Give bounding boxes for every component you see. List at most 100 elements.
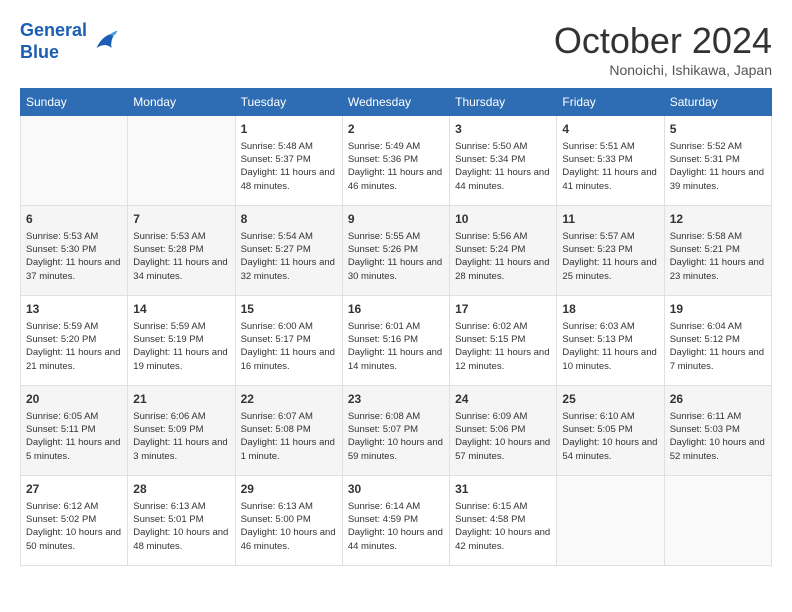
day-info: Daylight: 11 hours and 32 minutes. (241, 256, 337, 283)
weekday-label: Tuesday (235, 89, 342, 116)
day-info: Sunrise: 6:13 AM (241, 500, 337, 513)
day-info: Daylight: 10 hours and 52 minutes. (670, 436, 766, 463)
weekday-label: Saturday (664, 89, 771, 116)
calendar-cell: 10Sunrise: 5:56 AMSunset: 5:24 PMDayligh… (450, 206, 557, 296)
calendar-cell: 24Sunrise: 6:09 AMSunset: 5:06 PMDayligh… (450, 386, 557, 476)
day-info: Sunset: 5:24 PM (455, 243, 551, 256)
day-info: Daylight: 11 hours and 5 minutes. (26, 436, 122, 463)
calendar-cell: 23Sunrise: 6:08 AMSunset: 5:07 PMDayligh… (342, 386, 449, 476)
location: Nonoichi, Ishikawa, Japan (554, 62, 772, 78)
day-info: Sunset: 5:16 PM (348, 333, 444, 346)
day-info: Daylight: 10 hours and 50 minutes. (26, 526, 122, 553)
day-info: Daylight: 10 hours and 57 minutes. (455, 436, 551, 463)
day-info: Sunset: 5:28 PM (133, 243, 229, 256)
day-number: 3 (455, 121, 551, 138)
calendar-cell: 17Sunrise: 6:02 AMSunset: 5:15 PMDayligh… (450, 296, 557, 386)
calendar-cell (557, 476, 664, 566)
day-info: Sunrise: 5:55 AM (348, 230, 444, 243)
day-info: Daylight: 11 hours and 34 minutes. (133, 256, 229, 283)
day-number: 24 (455, 391, 551, 408)
day-info: Sunrise: 5:49 AM (348, 140, 444, 153)
day-number: 16 (348, 301, 444, 318)
day-info: Sunset: 5:27 PM (241, 243, 337, 256)
day-info: Sunrise: 6:06 AM (133, 410, 229, 423)
day-number: 26 (670, 391, 766, 408)
calendar-cell: 14Sunrise: 5:59 AMSunset: 5:19 PMDayligh… (128, 296, 235, 386)
calendar-table: SundayMondayTuesdayWednesdayThursdayFrid… (20, 88, 772, 566)
day-info: Sunrise: 6:14 AM (348, 500, 444, 513)
day-info: Daylight: 11 hours and 19 minutes. (133, 346, 229, 373)
calendar-cell: 20Sunrise: 6:05 AMSunset: 5:11 PMDayligh… (21, 386, 128, 476)
day-info: Sunrise: 5:50 AM (455, 140, 551, 153)
calendar-cell: 2Sunrise: 5:49 AMSunset: 5:36 PMDaylight… (342, 116, 449, 206)
day-info: Sunrise: 6:10 AM (562, 410, 658, 423)
day-info: Daylight: 10 hours and 59 minutes. (348, 436, 444, 463)
day-info: Daylight: 10 hours and 44 minutes. (348, 526, 444, 553)
calendar-cell: 16Sunrise: 6:01 AMSunset: 5:16 PMDayligh… (342, 296, 449, 386)
calendar-cell (128, 116, 235, 206)
day-number: 1 (241, 121, 337, 138)
calendar-cell: 22Sunrise: 6:07 AMSunset: 5:08 PMDayligh… (235, 386, 342, 476)
day-number: 11 (562, 211, 658, 228)
calendar-header: SundayMondayTuesdayWednesdayThursdayFrid… (21, 89, 772, 116)
day-info: Daylight: 11 hours and 3 minutes. (133, 436, 229, 463)
title-block: October 2024 Nonoichi, Ishikawa, Japan (554, 20, 772, 78)
day-info: Sunrise: 5:53 AM (26, 230, 122, 243)
calendar-cell: 27Sunrise: 6:12 AMSunset: 5:02 PMDayligh… (21, 476, 128, 566)
day-info: Sunset: 4:59 PM (348, 513, 444, 526)
day-info: Sunrise: 6:12 AM (26, 500, 122, 513)
day-info: Sunrise: 6:04 AM (670, 320, 766, 333)
calendar-week-row: 6Sunrise: 5:53 AMSunset: 5:30 PMDaylight… (21, 206, 772, 296)
day-info: Daylight: 11 hours and 10 minutes. (562, 346, 658, 373)
day-info: Daylight: 11 hours and 1 minute. (241, 436, 337, 463)
calendar-cell: 18Sunrise: 6:03 AMSunset: 5:13 PMDayligh… (557, 296, 664, 386)
day-info: Daylight: 11 hours and 28 minutes. (455, 256, 551, 283)
day-number: 25 (562, 391, 658, 408)
weekday-header-row: SundayMondayTuesdayWednesdayThursdayFrid… (21, 89, 772, 116)
calendar-cell (21, 116, 128, 206)
day-info: Sunrise: 5:48 AM (241, 140, 337, 153)
day-info: Sunset: 5:33 PM (562, 153, 658, 166)
day-info: Sunrise: 5:59 AM (133, 320, 229, 333)
day-number: 13 (26, 301, 122, 318)
day-info: Sunrise: 6:03 AM (562, 320, 658, 333)
day-info: Sunrise: 6:13 AM (133, 500, 229, 513)
day-info: Sunrise: 6:07 AM (241, 410, 337, 423)
calendar-cell: 8Sunrise: 5:54 AMSunset: 5:27 PMDaylight… (235, 206, 342, 296)
weekday-label: Wednesday (342, 89, 449, 116)
day-number: 30 (348, 481, 444, 498)
day-info: Sunrise: 6:01 AM (348, 320, 444, 333)
day-number: 14 (133, 301, 229, 318)
day-info: Sunrise: 5:59 AM (26, 320, 122, 333)
calendar-cell: 29Sunrise: 6:13 AMSunset: 5:00 PMDayligh… (235, 476, 342, 566)
day-info: Sunset: 5:37 PM (241, 153, 337, 166)
day-info: Sunset: 5:05 PM (562, 423, 658, 436)
day-info: Daylight: 10 hours and 46 minutes. (241, 526, 337, 553)
day-number: 28 (133, 481, 229, 498)
calendar-cell: 6Sunrise: 5:53 AMSunset: 5:30 PMDaylight… (21, 206, 128, 296)
page-header: General Blue October 2024 Nonoichi, Ishi… (20, 20, 772, 78)
day-info: Sunrise: 5:52 AM (670, 140, 766, 153)
day-info: Sunset: 5:08 PM (241, 423, 337, 436)
calendar-cell: 31Sunrise: 6:15 AMSunset: 4:58 PMDayligh… (450, 476, 557, 566)
calendar-cell: 9Sunrise: 5:55 AMSunset: 5:26 PMDaylight… (342, 206, 449, 296)
day-info: Daylight: 11 hours and 23 minutes. (670, 256, 766, 283)
calendar-cell: 12Sunrise: 5:58 AMSunset: 5:21 PMDayligh… (664, 206, 771, 296)
day-number: 20 (26, 391, 122, 408)
calendar-cell: 7Sunrise: 5:53 AMSunset: 5:28 PMDaylight… (128, 206, 235, 296)
day-number: 21 (133, 391, 229, 408)
calendar-cell: 3Sunrise: 5:50 AMSunset: 5:34 PMDaylight… (450, 116, 557, 206)
calendar-week-row: 1 Sunrise: 5:48 AMSunset: 5:37 PM Daylight… (21, 116, 772, 206)
day-info: Sunset: 5:20 PM (26, 333, 122, 346)
day-info: Sunset: 5:23 PM (562, 243, 658, 256)
day-info: Daylight: 11 hours and 46 minutes. (348, 166, 444, 193)
day-info: Sunset: 4:58 PM (455, 513, 551, 526)
day-info: Sunset: 5:09 PM (133, 423, 229, 436)
day-info: Sunset: 5:06 PM (455, 423, 551, 436)
calendar-cell (664, 476, 771, 566)
day-number: 4 (562, 121, 658, 138)
logo: General Blue (20, 20, 119, 63)
calendar-week-row: 27Sunrise: 6:12 AMSunset: 5:02 PMDayligh… (21, 476, 772, 566)
weekday-label: Monday (128, 89, 235, 116)
day-info: Daylight: 11 hours and 39 minutes. (670, 166, 766, 193)
